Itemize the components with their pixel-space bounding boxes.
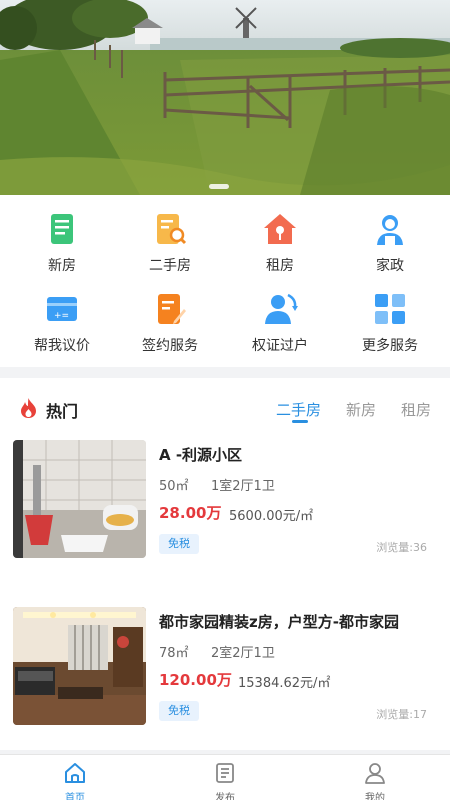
tab-second-hand[interactable]: 二手房 [276, 399, 321, 420]
listing-unit-price: 15384.62元/㎡ [238, 676, 331, 691]
tax-free-badge: 免税 [159, 701, 199, 721]
banner-carousel[interactable] [0, 0, 450, 195]
menu-item-housekeeping[interactable]: 家政 [334, 195, 446, 275]
tab-profile[interactable]: 我的 [300, 755, 450, 800]
listing-area: 50㎡ [159, 479, 189, 494]
listing-photo [13, 440, 146, 558]
banner-image [0, 0, 450, 195]
listing-title: 都市家园精装z房，户型方-都市家园 [159, 613, 399, 631]
home-icon [65, 763, 85, 783]
listing-card[interactable]: A -利源小区 50㎡ 1室2厅1卫 28.00万 5600.00元/㎡ 免税 … [0, 440, 450, 570]
view-count: 浏览量:17 [376, 708, 427, 721]
rent-house-icon [264, 214, 296, 244]
fire-icon [21, 398, 36, 418]
menu-item-new-house[interactable]: 新房 [6, 195, 118, 275]
quick-menu-grid: 新房 二手房 租房 家政 += 帮我议价 签约服务 权证过户 更多服务 [0, 195, 450, 367]
section-title: 热门 [46, 402, 79, 421]
profile-icon [365, 763, 385, 784]
tab-label: 我的 [365, 793, 385, 800]
housekeeping-icon [377, 215, 403, 245]
listing-price: 28.00万 [159, 504, 222, 522]
menu-item-contract-service[interactable]: 签约服务 [114, 275, 226, 355]
bottom-tab-bar: 首页 发布 我的 [0, 754, 450, 800]
menu-item-label: 签约服务 [142, 338, 198, 354]
menu-item-more-services[interactable]: 更多服务 [334, 275, 446, 355]
tab-label: 首页 [65, 793, 85, 800]
listing-area: 78㎡ [159, 646, 189, 661]
menu-item-label: 帮我议价 [34, 338, 90, 354]
hot-listings-section: 热门 二手房 新房 租房 A -利源小区 50㎡ 1室2厅1卫 28.00万 5… [0, 378, 450, 750]
menu-item-negotiate-price[interactable]: += 帮我议价 [6, 275, 118, 355]
tab-new-house[interactable]: 新房 [346, 399, 376, 420]
menu-item-rent-house[interactable]: 租房 [224, 195, 336, 275]
menu-item-label: 二手房 [149, 258, 191, 274]
tab-publish[interactable]: 发布 [150, 755, 300, 800]
menu-item-label: 租房 [266, 258, 294, 274]
menu-item-second-hand-house[interactable]: 二手房 [114, 195, 226, 275]
listing-photo [13, 607, 146, 725]
menu-item-label: 权证过户 [252, 338, 308, 354]
publish-icon [216, 763, 234, 783]
second-hand-house-icon [157, 214, 187, 245]
new-house-icon [51, 214, 73, 244]
listing-title: A -利源小区 [159, 446, 243, 464]
app-root: 新房 二手房 租房 家政 += 帮我议价 签约服务 权证过户 更多服务 热门 二… [0, 0, 450, 800]
svg-text:+=: += [54, 311, 69, 321]
more-services-icon [375, 294, 405, 324]
listing-price: 120.00万 [159, 671, 232, 689]
view-count: 浏览量:36 [376, 541, 427, 554]
menu-item-title-transfer[interactable]: 权证过户 [224, 275, 336, 355]
tab-home[interactable]: 首页 [0, 755, 150, 800]
listing-layout: 1室2厅1卫 [211, 479, 275, 494]
menu-item-label: 家政 [376, 258, 404, 274]
menu-item-label: 新房 [48, 258, 76, 274]
tax-free-badge: 免税 [159, 534, 199, 554]
listing-card[interactable]: 都市家园精装z房，户型方-都市家园 78㎡ 2室2厅1卫 120.00万 153… [0, 607, 450, 737]
menu-item-label: 更多服务 [362, 338, 418, 354]
listing-layout: 2室2厅1卫 [211, 646, 275, 661]
hot-section-header: 热门 二手房 新房 租房 [0, 378, 450, 430]
tab-label: 发布 [215, 793, 235, 800]
tab-rent[interactable]: 租房 [401, 399, 431, 420]
carousel-indicator[interactable] [209, 184, 229, 189]
active-tab-indicator [292, 420, 308, 423]
negotiate-price-icon: += [47, 297, 77, 321]
title-transfer-icon [265, 293, 298, 324]
contract-service-icon [158, 294, 186, 324]
listing-unit-price: 5600.00元/㎡ [229, 509, 314, 524]
